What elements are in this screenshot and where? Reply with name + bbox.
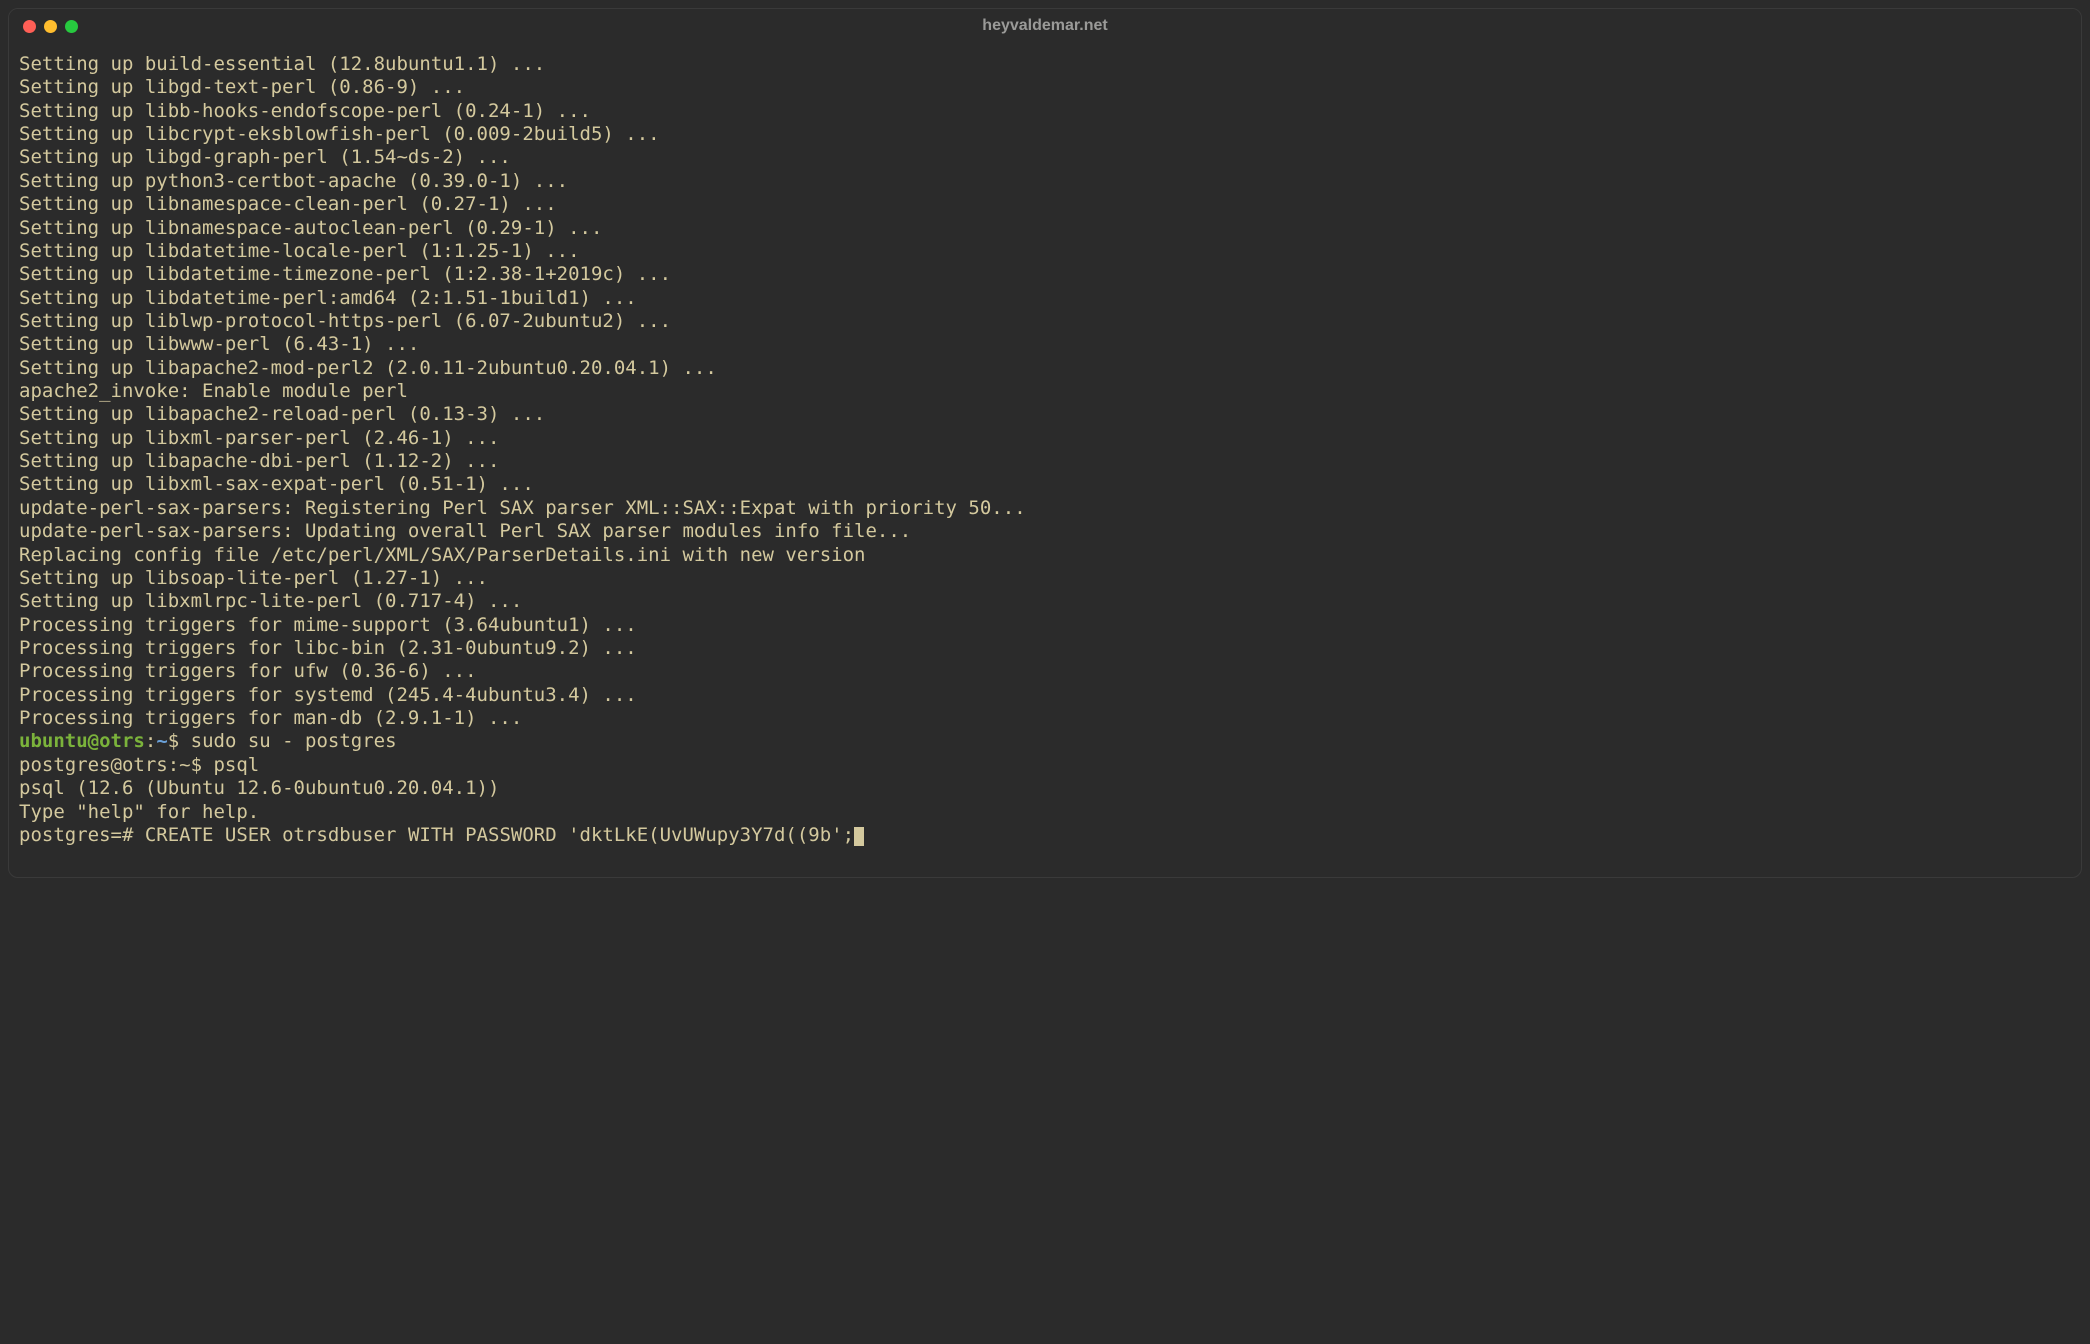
command-1: sudo su - postgres xyxy=(191,730,397,752)
output-line: update-perl-sax-parsers: Registering Per… xyxy=(19,497,2071,520)
prompt-host: otrs xyxy=(99,730,145,752)
terminal-body[interactable]: Setting up build-essential (12.8ubuntu1.… xyxy=(9,43,2081,851)
prompt-symbol: $ xyxy=(168,730,191,752)
terminal-window: heyvaldemar.net Setting up build-essenti… xyxy=(8,8,2082,878)
output-line: Setting up libxmlrpc-lite-perl (0.717-4)… xyxy=(19,590,2071,613)
output-line: Setting up libnamespace-clean-perl (0.27… xyxy=(19,193,2071,216)
output-line: postgres@otrs:~$ psql xyxy=(19,754,2071,777)
window-title: heyvaldemar.net xyxy=(9,16,2081,36)
psql-prompt-prefix: postgres=# xyxy=(19,824,145,846)
prompt-line-1: ubuntu@otrs:~$ sudo su - postgres xyxy=(19,730,2071,753)
prompt-path: ~ xyxy=(156,730,167,752)
output-line: Replacing config file /etc/perl/XML/SAX/… xyxy=(19,544,2071,567)
prompt-at: @ xyxy=(88,730,99,752)
traffic-lights xyxy=(23,20,78,33)
maximize-button[interactable] xyxy=(65,20,78,33)
cursor xyxy=(854,827,864,846)
output-line: Setting up libgd-graph-perl (1.54~ds-2) … xyxy=(19,146,2071,169)
psql-command: CREATE USER otrsdbuser WITH PASSWORD 'dk… xyxy=(145,824,854,846)
output-line: Setting up libapache2-reload-perl (0.13-… xyxy=(19,403,2071,426)
output-line: psql (12.6 (Ubuntu 12.6-0ubuntu0.20.04.1… xyxy=(19,777,2071,800)
output-line: Setting up libsoap-lite-perl (1.27-1) ..… xyxy=(19,567,2071,590)
output-line: Processing triggers for systemd (245.4-4… xyxy=(19,684,2071,707)
output-line: Processing triggers for libc-bin (2.31-0… xyxy=(19,637,2071,660)
output-line: Setting up python3-certbot-apache (0.39.… xyxy=(19,170,2071,193)
output-line: Setting up libdatetime-timezone-perl (1:… xyxy=(19,263,2071,286)
output-line: Setting up libwww-perl (6.43-1) ... xyxy=(19,333,2071,356)
titlebar: heyvaldemar.net xyxy=(9,9,2081,43)
psql-output: postgres@otrs:~$ psqlpsql (12.6 (Ubuntu … xyxy=(19,754,2071,824)
terminal-output: Setting up build-essential (12.8ubuntu1.… xyxy=(19,53,2071,730)
output-line: Processing triggers for ufw (0.36-6) ... xyxy=(19,660,2071,683)
output-line: Setting up libxml-parser-perl (2.46-1) .… xyxy=(19,427,2071,450)
prompt-user: ubuntu xyxy=(19,730,88,752)
output-line: Setting up libdatetime-locale-perl (1:1.… xyxy=(19,240,2071,263)
output-line: update-perl-sax-parsers: Updating overal… xyxy=(19,520,2071,543)
minimize-button[interactable] xyxy=(44,20,57,33)
output-line: Setting up libcrypt-eksblowfish-perl (0.… xyxy=(19,123,2071,146)
output-line: Setting up libnamespace-autoclean-perl (… xyxy=(19,217,2071,240)
output-line: Processing triggers for man-db (2.9.1-1)… xyxy=(19,707,2071,730)
close-button[interactable] xyxy=(23,20,36,33)
output-line: Setting up libgd-text-perl (0.86-9) ... xyxy=(19,76,2071,99)
output-line: Setting up libxml-sax-expat-perl (0.51-1… xyxy=(19,473,2071,496)
output-line: Setting up liblwp-protocol-https-perl (6… xyxy=(19,310,2071,333)
prompt-colon: : xyxy=(145,730,156,752)
output-line: Setting up libdatetime-perl:amd64 (2:1.5… xyxy=(19,287,2071,310)
output-line: Setting up libapache-dbi-perl (1.12-2) .… xyxy=(19,450,2071,473)
psql-prompt-line: postgres=# CREATE USER otrsdbuser WITH P… xyxy=(19,824,2071,847)
output-line: Processing triggers for mime-support (3.… xyxy=(19,614,2071,637)
output-line: Setting up libapache2-mod-perl2 (2.0.11-… xyxy=(19,357,2071,380)
output-line: apache2_invoke: Enable module perl xyxy=(19,380,2071,403)
output-line: Type "help" for help. xyxy=(19,801,2071,824)
output-line: Setting up build-essential (12.8ubuntu1.… xyxy=(19,53,2071,76)
output-line: Setting up libb-hooks-endofscope-perl (0… xyxy=(19,100,2071,123)
